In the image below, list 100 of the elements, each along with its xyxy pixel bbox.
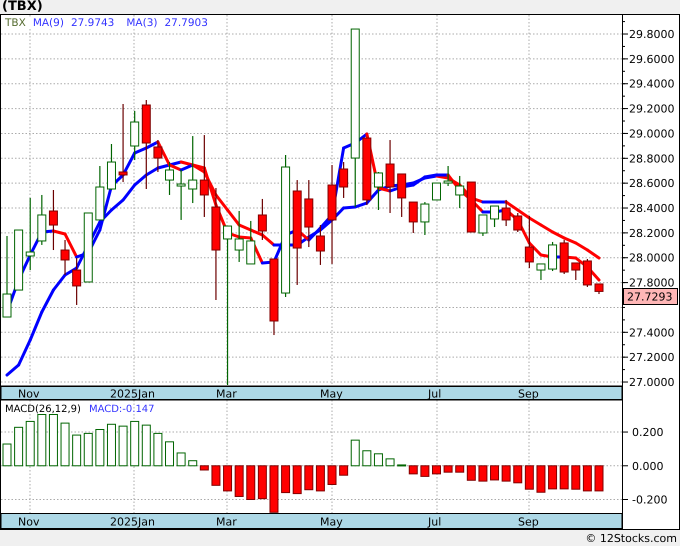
histogram-bar — [26, 420, 35, 466]
histogram-bar — [304, 465, 314, 490]
candle — [95, 166, 104, 220]
candle — [582, 258, 592, 287]
axis-label: Sep — [518, 388, 539, 400]
histogram-bar — [84, 432, 93, 466]
axis-label: 28.6000 — [629, 177, 674, 190]
candle — [106, 144, 116, 190]
histogram-bar — [408, 465, 418, 474]
candle — [14, 230, 24, 291]
histogram-bar — [60, 422, 70, 466]
axis-label: 27.8000 — [629, 276, 674, 290]
histogram-bar — [165, 441, 174, 466]
axis-label: Mar — [216, 516, 237, 528]
histogram-bar — [548, 465, 558, 490]
histogram-bar — [142, 424, 151, 466]
histogram-bar — [292, 465, 302, 494]
histogram-bar — [374, 453, 383, 466]
axis-label: 29.4000 — [629, 78, 674, 91]
histogram-bar — [444, 465, 453, 473]
candle — [408, 202, 418, 233]
legend-text: 27.7903 — [164, 17, 208, 29]
candle — [560, 240, 569, 274]
histogram-bar — [362, 450, 372, 466]
copyright-text: © 12Stocks.com — [585, 532, 677, 544]
legend-text: MACD:-0.147 — [88, 404, 155, 415]
candle — [188, 136, 198, 204]
histogram-bar — [234, 465, 244, 497]
histogram-bar — [432, 465, 441, 474]
axis-label: 2025Jan — [110, 388, 155, 400]
candle — [502, 200, 511, 226]
histogram-bar — [478, 465, 488, 482]
axis-label: 27.4000 — [629, 326, 674, 340]
candle — [455, 176, 464, 208]
axis-label: 28.8000 — [629, 152, 674, 166]
candle — [548, 242, 558, 272]
histogram-bar — [188, 460, 198, 466]
candle — [316, 225, 325, 265]
candle — [48, 190, 58, 250]
candle — [130, 110, 140, 160]
histogram-bar — [223, 465, 232, 492]
candle — [571, 262, 580, 280]
histogram-bar — [72, 434, 82, 466]
histogram-bar — [594, 465, 604, 492]
candle — [374, 172, 383, 210]
candle — [536, 263, 546, 280]
candle — [478, 214, 488, 236]
histogram-bar — [490, 465, 500, 480]
histogram-bar — [536, 465, 546, 493]
histogram-bar — [524, 465, 534, 490]
histogram-bar — [350, 440, 360, 466]
candle — [397, 173, 406, 217]
legend-text: TBX — [5, 17, 26, 29]
axis-label: 28.2000 — [629, 226, 674, 240]
histogram-bar — [339, 465, 348, 476]
axis-label: 27.0000 — [629, 376, 674, 390]
candle — [234, 211, 244, 262]
histogram-bar — [582, 465, 592, 492]
candle — [339, 162, 348, 198]
candle — [176, 170, 186, 220]
histogram-bar — [176, 452, 186, 466]
candle — [72, 258, 82, 305]
candle — [165, 162, 174, 195]
axis-label: Jul — [428, 516, 442, 528]
histogram-bar — [37, 414, 46, 466]
legend-text: MACD(26,12,9) — [5, 404, 81, 415]
candle — [524, 216, 534, 268]
candle — [444, 166, 453, 186]
axis-label: 29.0000 — [629, 127, 674, 140]
axis-label: 29.6000 — [629, 52, 674, 66]
axis-label: 2025Jan — [110, 516, 155, 528]
axis-label: May — [320, 516, 343, 528]
candle — [513, 213, 522, 232]
axis-label: Mar — [216, 388, 237, 400]
candle — [258, 198, 267, 240]
axis-label: May — [320, 388, 343, 400]
histogram-bar — [200, 465, 209, 470]
histogram-bar — [14, 426, 24, 466]
histogram-bar — [502, 465, 511, 482]
candle — [37, 194, 46, 245]
histogram-bar — [118, 426, 128, 466]
histogram-bar — [328, 465, 337, 485]
axis-label: 29.2000 — [629, 102, 674, 116]
axis-label: 28.4000 — [629, 202, 674, 216]
axis-label: 28.0000 — [629, 252, 674, 265]
histogram-bar — [211, 465, 220, 486]
histogram-bar — [2, 444, 12, 466]
histogram-bar — [571, 465, 580, 490]
axis-label: 27.2000 — [629, 351, 674, 364]
last-price-badge: 27.7293 — [623, 288, 678, 305]
axis-label: 29.8000 — [629, 28, 674, 42]
histogram-bar — [455, 465, 464, 473]
histogram-bar — [48, 414, 58, 466]
histogram-bar — [397, 464, 406, 466]
histogram-bar — [466, 465, 476, 481]
histogram-bar — [420, 465, 430, 477]
histogram-bar — [106, 424, 116, 466]
histogram-bar — [95, 429, 104, 466]
candle — [60, 240, 70, 275]
histogram-bar — [258, 465, 267, 500]
